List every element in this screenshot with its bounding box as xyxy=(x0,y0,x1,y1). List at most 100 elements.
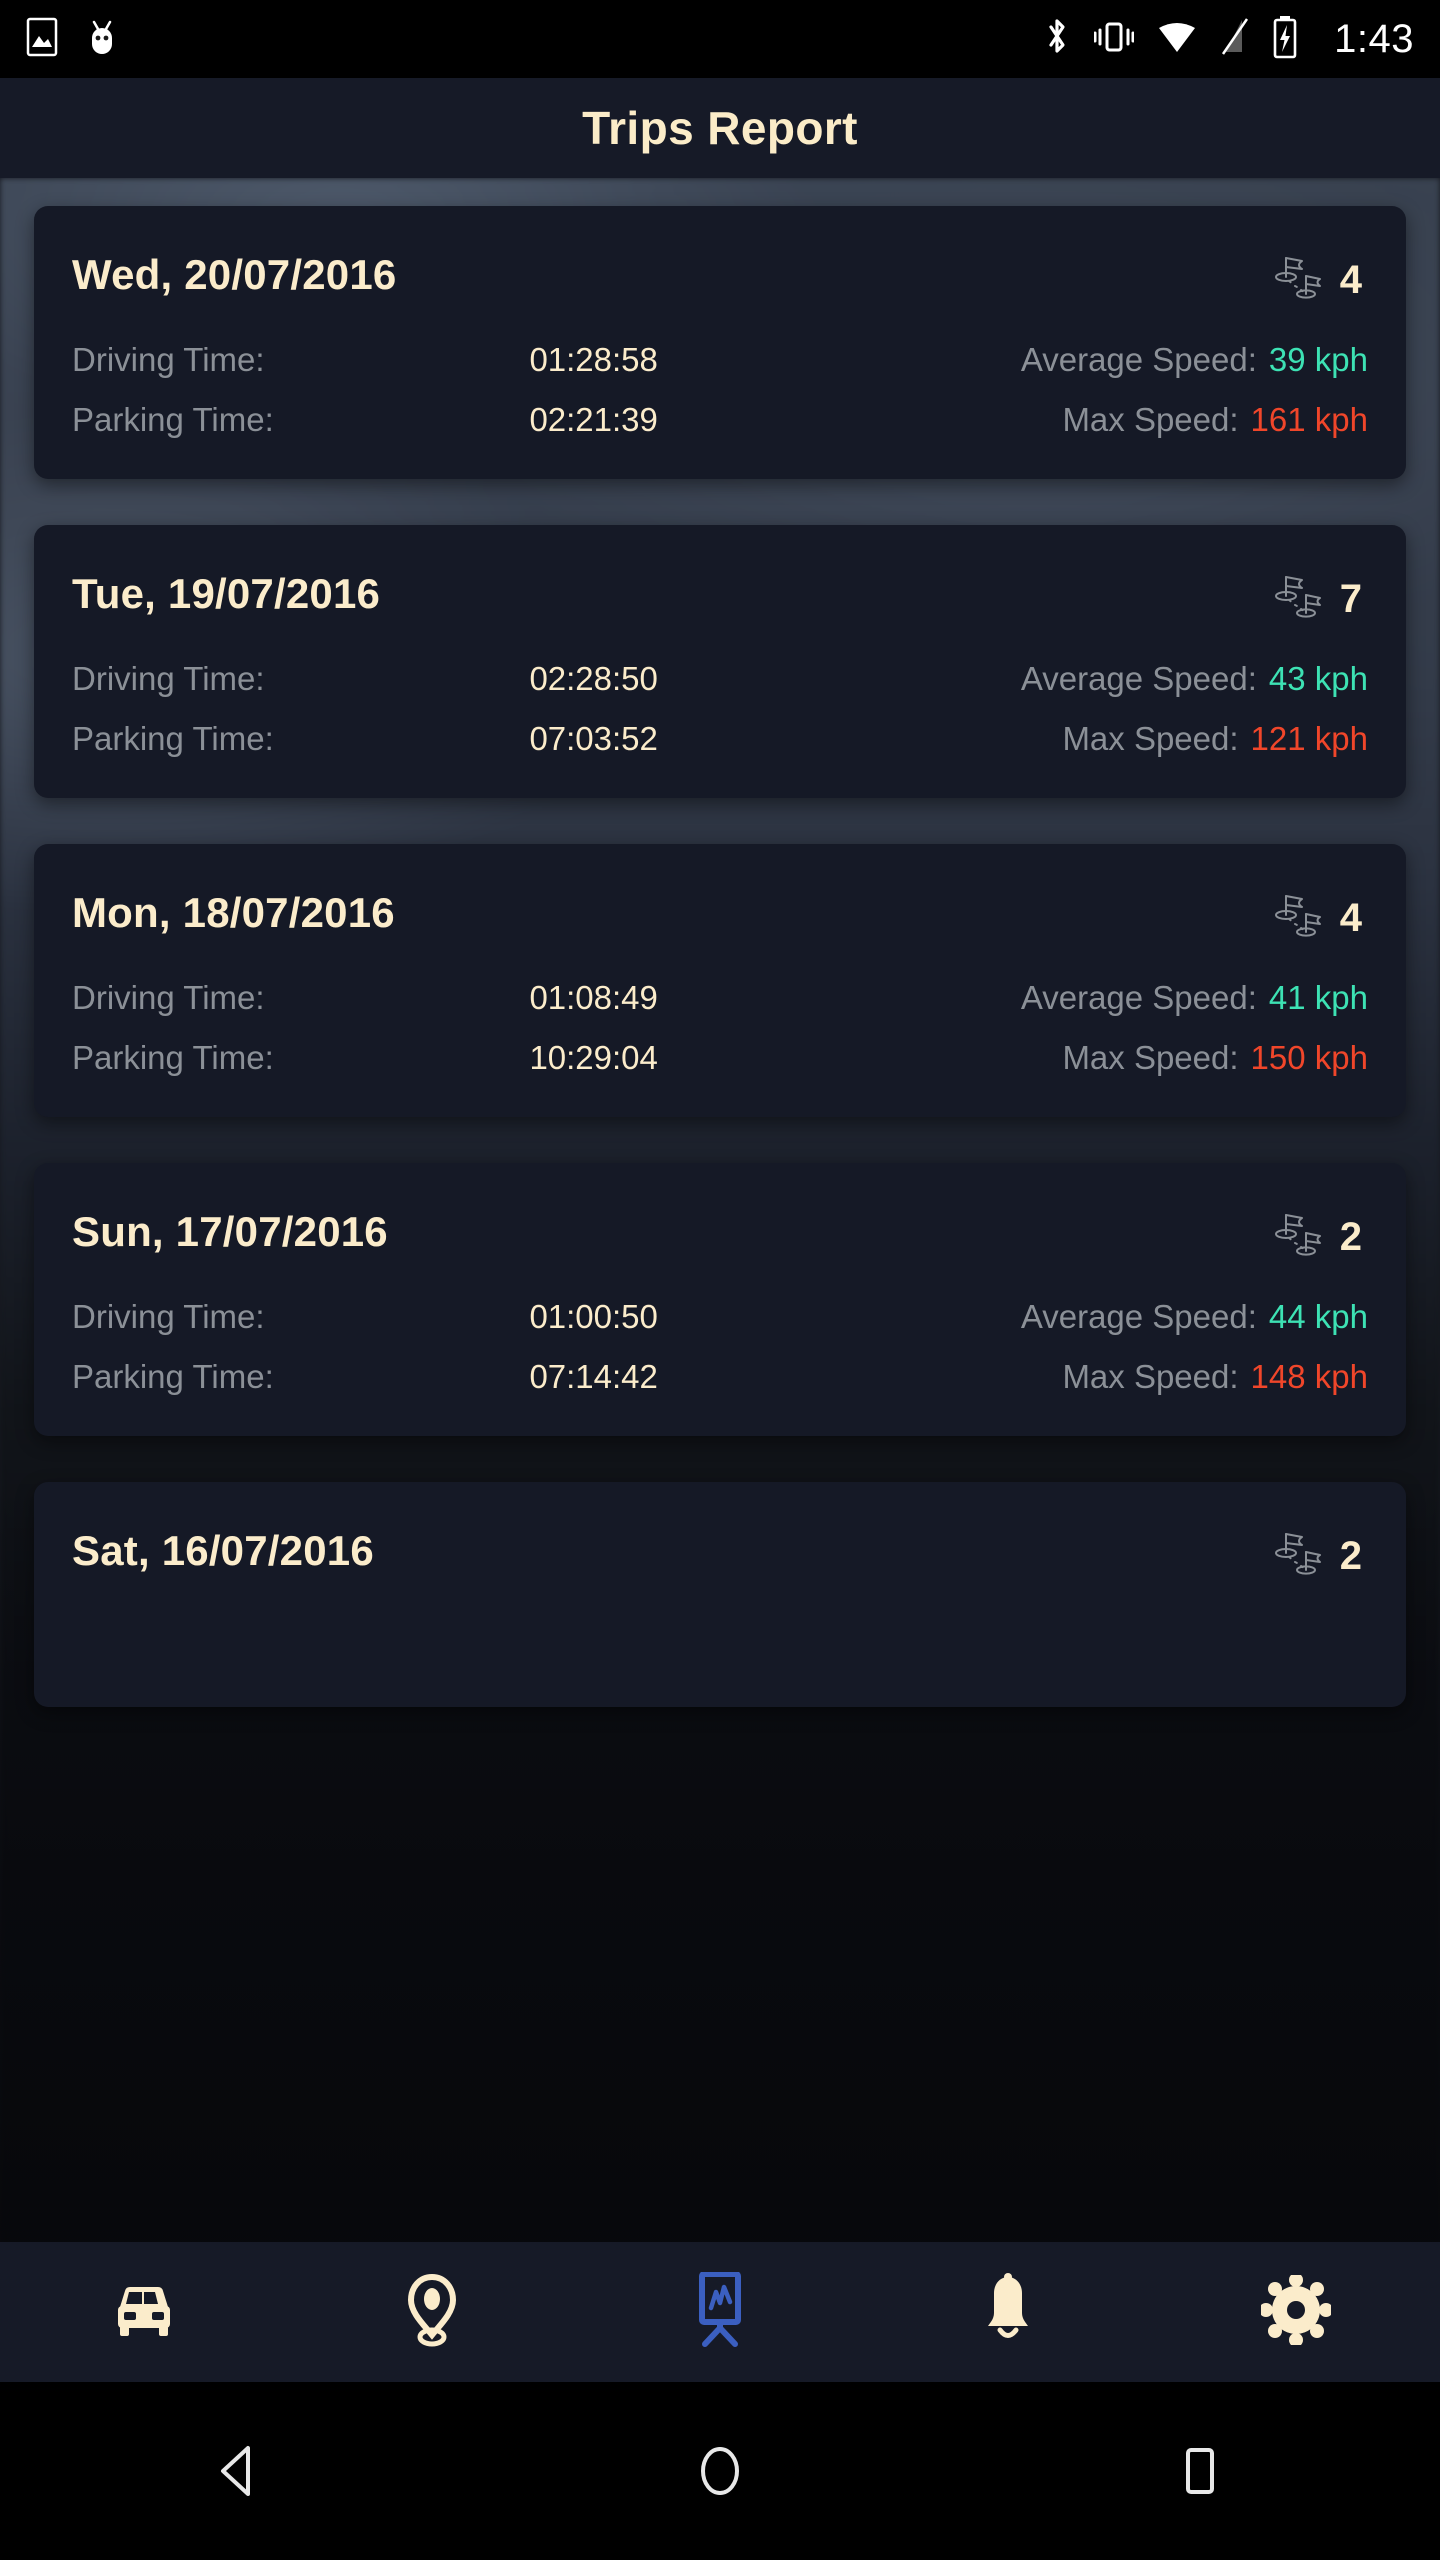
trip-date: Sat, 16/07/2016 xyxy=(72,1527,374,1574)
trip-date: Mon, 18/07/2016 xyxy=(72,889,395,936)
trip-count: 4 xyxy=(1339,895,1362,940)
status-bar-right-icons: 1:43 xyxy=(1042,15,1414,64)
trip-count-group: 7 xyxy=(1272,569,1368,626)
trips-report-page: Wed, 20/07/2016 4 Driving Time: 01:28:58… xyxy=(0,178,1440,2382)
max-speed-cell: Max Speed: 161 kph xyxy=(746,401,1368,439)
parking-time-value: 07:03:52 xyxy=(529,720,658,757)
parking-time-value: 10:29:04 xyxy=(529,1039,658,1076)
trip-count: 2 xyxy=(1339,1214,1362,1259)
parking-time-label: Parking Time: xyxy=(72,401,274,438)
android-navigation-bar xyxy=(0,2382,1440,2560)
stat-row-driving-avg: Driving Time: 01:00:50 Average Speed: 44… xyxy=(72,1298,1368,1336)
recents-button[interactable] xyxy=(960,2442,1440,2500)
parking-time-label: Parking Time: xyxy=(72,720,274,757)
pin-icon xyxy=(399,2273,465,2352)
card-header: Sat, 16/07/2016 2 xyxy=(72,1526,1368,1583)
driving-time-value: 01:00:50 xyxy=(529,1298,658,1335)
driving-time-cell: Driving Time: 01:08:49 xyxy=(72,979,746,1017)
status-bar-clock: 1:43 xyxy=(1334,16,1414,61)
max-speed-value: 148 kph xyxy=(1250,1358,1368,1395)
average-speed-value: 43 kph xyxy=(1268,660,1368,697)
card-header: Sun, 17/07/2016 2 xyxy=(72,1207,1368,1264)
max-speed-value: 121 kph xyxy=(1250,720,1368,757)
stat-row-driving-avg: Driving Time: 02:28:50 Average Speed: 43… xyxy=(72,660,1368,698)
max-speed-label: Max Speed: xyxy=(1062,720,1239,757)
max-speed-cell: Max Speed: 121 kph xyxy=(746,720,1368,758)
route-flags-icon xyxy=(1272,890,1324,945)
average-speed-cell: Average Speed: 44 kph xyxy=(746,1298,1368,1336)
stat-row-parking-max: Parking Time: 07:03:52 Max Speed: 121 kp… xyxy=(72,720,1368,758)
parking-time-value: 02:21:39 xyxy=(529,401,658,438)
driving-time-label: Driving Time: xyxy=(72,979,265,1016)
max-speed-label: Max Speed: xyxy=(1062,1358,1239,1395)
driving-time-label: Driving Time: xyxy=(72,341,265,378)
nav-item-alerts[interactable] xyxy=(864,2242,1152,2382)
max-speed-value: 161 kph xyxy=(1250,401,1368,438)
stat-row-driving-avg: Driving Time: 01:08:49 Average Speed: 41… xyxy=(72,979,1368,1017)
trip-count-group: 2 xyxy=(1272,1526,1368,1583)
app-bar: Trips Report xyxy=(0,78,1440,178)
trip-count: 7 xyxy=(1339,576,1362,621)
parking-time-label: Parking Time: xyxy=(72,1358,274,1395)
average-speed-label: Average Speed: xyxy=(1020,1298,1257,1335)
trip-count-group: 4 xyxy=(1272,250,1368,307)
parking-time-cell: Parking Time: 02:21:39 xyxy=(72,401,746,439)
trips-list[interactable]: Wed, 20/07/2016 4 Driving Time: 01:28:58… xyxy=(0,178,1440,2382)
bottom-navigation-bar xyxy=(0,2242,1440,2382)
driving-time-label: Driving Time: xyxy=(72,660,265,697)
average-speed-label: Average Speed: xyxy=(1020,979,1257,1016)
driving-time-label: Driving Time: xyxy=(72,1298,265,1335)
battery-charging-icon xyxy=(1272,15,1298,64)
average-speed-cell: Average Speed: 43 kph xyxy=(746,660,1368,698)
driving-time-value: 02:28:50 xyxy=(529,660,658,697)
trip-count: 2 xyxy=(1339,1533,1362,1578)
trip-date: Sun, 17/07/2016 xyxy=(72,1208,388,1255)
nav-item-vehicle[interactable] xyxy=(0,2242,288,2382)
card-header: Wed, 20/07/2016 4 xyxy=(72,250,1368,307)
back-button[interactable] xyxy=(0,2442,480,2500)
car-icon xyxy=(105,2277,183,2348)
page-title: Trips Report xyxy=(582,102,858,154)
trip-day-card[interactable]: Wed, 20/07/2016 4 Driving Time: 01:28:58… xyxy=(34,206,1406,479)
route-flags-icon xyxy=(1272,252,1324,307)
vibrate-icon xyxy=(1093,15,1135,64)
bell-icon xyxy=(976,2272,1040,2352)
trip-day-card[interactable]: Tue, 19/07/2016 7 Driving Time: 02:28:50… xyxy=(34,525,1406,798)
max-speed-cell: Max Speed: 150 kph xyxy=(746,1039,1368,1077)
driving-time-value: 01:28:58 xyxy=(529,341,658,378)
trip-date: Tue, 19/07/2016 xyxy=(72,570,381,617)
max-speed-label: Max Speed: xyxy=(1062,401,1239,438)
parking-time-cell: Parking Time: 10:29:04 xyxy=(72,1039,746,1077)
trip-day-card[interactable]: Sat, 16/07/2016 2 xyxy=(34,1482,1406,1707)
route-flags-icon xyxy=(1272,1209,1324,1264)
parking-time-value: 07:14:42 xyxy=(529,1358,658,1395)
trip-day-card[interactable]: Mon, 18/07/2016 4 Driving Time: 01:08:49… xyxy=(34,844,1406,1117)
driving-time-cell: Driving Time: 01:00:50 xyxy=(72,1298,746,1336)
status-bar-left-icons xyxy=(26,16,120,63)
max-speed-cell: Max Speed: 148 kph xyxy=(746,1358,1368,1396)
average-speed-cell: Average Speed: 41 kph xyxy=(746,979,1368,1017)
android-bug-icon xyxy=(84,16,120,63)
stat-row-parking-max: Parking Time: 02:21:39 Max Speed: 161 kp… xyxy=(72,401,1368,439)
stat-row-parking-max: Parking Time: 07:14:42 Max Speed: 148 kp… xyxy=(72,1358,1368,1396)
driving-time-value: 01:08:49 xyxy=(529,979,658,1016)
average-speed-value: 44 kph xyxy=(1268,1298,1368,1335)
home-button[interactable] xyxy=(480,2442,960,2500)
nav-item-reports[interactable] xyxy=(576,2242,864,2382)
trip-day-card[interactable]: Sun, 17/07/2016 2 Driving Time: 01:00:50… xyxy=(34,1163,1406,1436)
route-flags-icon xyxy=(1272,1528,1324,1583)
average-speed-label: Average Speed: xyxy=(1020,660,1257,697)
max-speed-value: 150 kph xyxy=(1250,1039,1368,1076)
trip-count: 4 xyxy=(1339,257,1362,302)
average-speed-value: 39 kph xyxy=(1268,341,1368,378)
route-flags-icon xyxy=(1272,571,1324,626)
driving-time-cell: Driving Time: 02:28:50 xyxy=(72,660,746,698)
card-header: Mon, 18/07/2016 4 xyxy=(72,888,1368,945)
driving-time-cell: Driving Time: 01:28:58 xyxy=(72,341,746,379)
nav-item-settings[interactable] xyxy=(1152,2242,1440,2382)
parking-time-cell: Parking Time: 07:03:52 xyxy=(72,720,746,758)
status-bar: 1:43 xyxy=(0,0,1440,78)
nav-item-location[interactable] xyxy=(288,2242,576,2382)
stat-row-parking-max: Parking Time: 10:29:04 Max Speed: 150 kp… xyxy=(72,1039,1368,1077)
card-header: Tue, 19/07/2016 7 xyxy=(72,569,1368,626)
